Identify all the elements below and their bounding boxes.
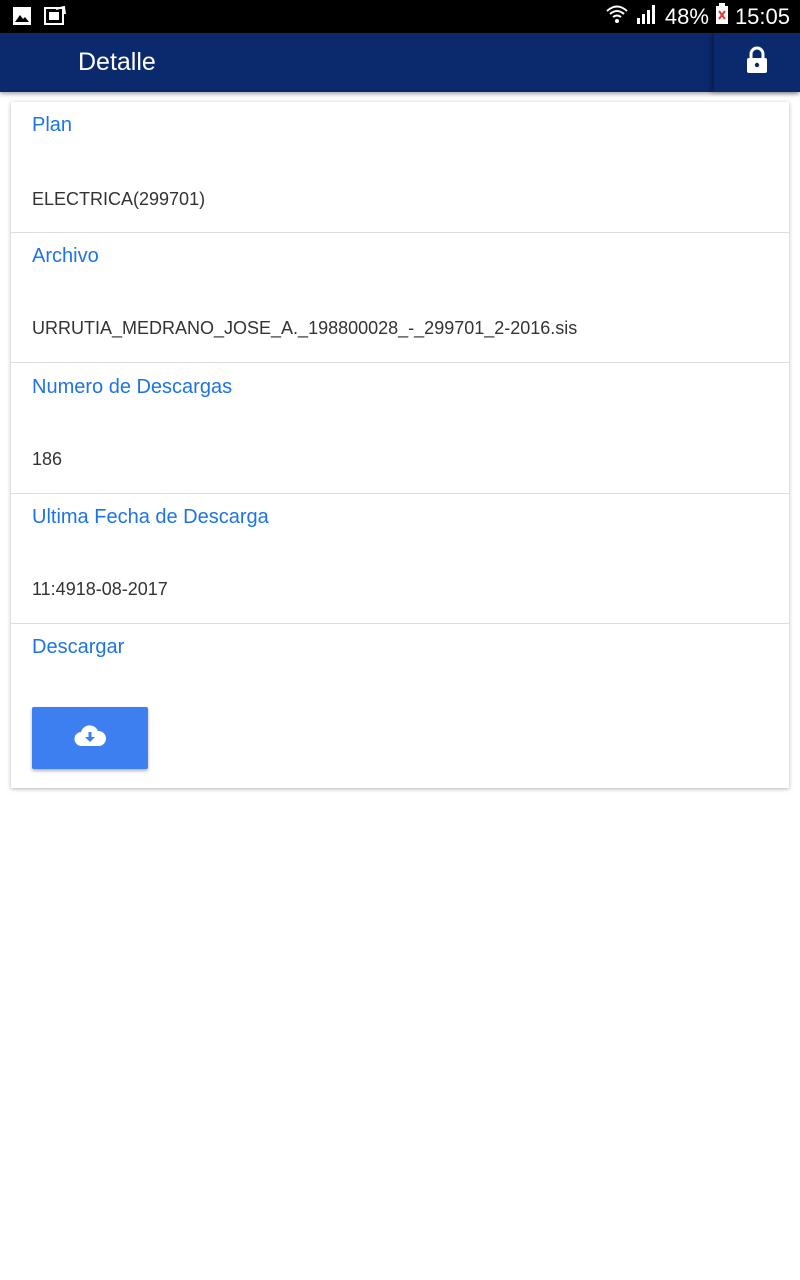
battery-level: 48% (664, 3, 709, 29)
page-title: Detalle (78, 48, 156, 76)
screenshot-icon (44, 5, 66, 31)
descargas-section: Numero de Descargas 186 (11, 362, 789, 494)
wifi-icon (605, 3, 629, 31)
clock: 15:05 (734, 3, 790, 29)
detail-card: Plan ELECTRICA(299701) Archivo URRUTIA_M… (11, 102, 789, 788)
status-bar: 48% 15:05 (0, 0, 800, 33)
archivo-value: URRUTIA_MEDRANO_JOSE_A._198800028_-_2997… (32, 318, 578, 338)
cloud-download-icon (74, 724, 107, 752)
lock-button[interactable] (714, 33, 800, 92)
app-bar: Detalle (0, 33, 800, 92)
plan-section: Plan ELECTRICA(299701) (11, 102, 789, 233)
fecha-label: Ultima Fecha de Descarga (32, 506, 269, 528)
descargas-label: Numero de Descargas (32, 376, 233, 398)
fecha-section: Ultima Fecha de Descarga 11:4918-08-2017 (11, 493, 789, 624)
signal-icon (635, 3, 659, 31)
battery-icon (715, 2, 729, 31)
gallery-icon (12, 6, 32, 31)
archivo-label: Archivo (32, 245, 99, 267)
plan-value: ELECTRICA(299701) (32, 189, 206, 209)
descargar-label: Descargar (32, 636, 125, 658)
lock-icon (745, 46, 769, 79)
descargas-value: 186 (32, 449, 63, 469)
archivo-section: Archivo URRUTIA_MEDRANO_JOSE_A._19880002… (11, 232, 789, 363)
plan-label: Plan (32, 114, 73, 136)
download-button[interactable] (32, 707, 148, 769)
fecha-value: 11:4918-08-2017 (32, 579, 168, 599)
